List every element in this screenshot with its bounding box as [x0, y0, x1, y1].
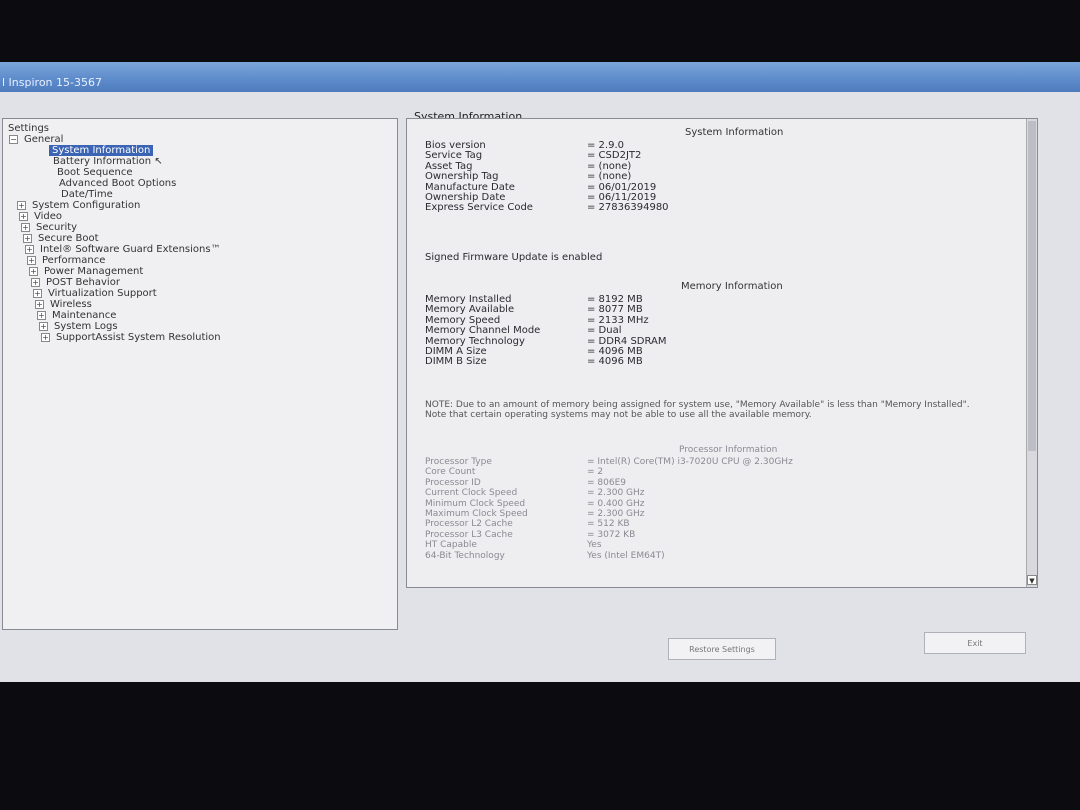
tree-item-supportassist[interactable]: + SupportAssist System Resolution: [41, 332, 221, 343]
tree-item-wireless[interactable]: + Wireless: [35, 299, 92, 310]
expand-box-icon[interactable]: +: [17, 200, 26, 210]
system-info-header: System Information: [685, 127, 784, 138]
collapse-box-icon[interactable]: −: [9, 134, 18, 144]
tree-item-general[interactable]: − General: [9, 134, 63, 145]
cursor-icon: ↖: [154, 156, 163, 167]
processor-info-header: Processor Information: [679, 445, 778, 455]
expand-box-icon[interactable]: +: [39, 321, 48, 331]
memory-note: NOTE: Due to an amount of memory being a…: [425, 400, 970, 420]
restore-settings-button[interactable]: Restore Settings: [668, 638, 776, 660]
memory-info-header: Memory Information: [681, 281, 783, 292]
expand-box-icon[interactable]: +: [35, 299, 44, 309]
signed-firmware-status: Signed Firmware Update is enabled: [425, 252, 603, 263]
tree-item-maintenance[interactable]: + Maintenance: [37, 310, 116, 321]
tree-item-secure-boot[interactable]: + Secure Boot: [23, 233, 99, 244]
vertical-scrollbar[interactable]: ▼: [1026, 119, 1037, 587]
expand-box-icon[interactable]: +: [29, 266, 38, 276]
tree-item-security[interactable]: + Security: [21, 222, 77, 233]
tree-item-performance[interactable]: + Performance: [27, 255, 105, 266]
expand-box-icon[interactable]: +: [27, 255, 36, 265]
expand-box-icon[interactable]: +: [19, 211, 28, 221]
expand-box-icon[interactable]: +: [31, 277, 40, 287]
tree-item-intel-sgx[interactable]: + Intel® Software Guard Extensions™: [25, 244, 221, 255]
bios-screen: l Inspiron 15-3567 Settings − General Sys…: [0, 62, 1080, 682]
tree-item-post-behavior[interactable]: + POST Behavior: [31, 277, 120, 288]
tree-item-system-information[interactable]: System Information: [49, 145, 154, 156]
title-bar: l Inspiron 15-3567: [0, 62, 1080, 92]
scroll-down-arrow-icon[interactable]: ▼: [1027, 575, 1037, 585]
tree-item-virtualization-support[interactable]: + Virtualization Support: [33, 288, 157, 299]
expand-box-icon[interactable]: +: [41, 332, 50, 342]
tree-item-boot-sequence[interactable]: Boot Sequence: [57, 167, 133, 178]
tree-item-system-logs[interactable]: + System Logs: [39, 321, 118, 332]
expand-box-icon[interactable]: +: [37, 310, 46, 320]
tree-item-power-management[interactable]: + Power Management: [29, 266, 143, 277]
content-area: Settings − General System Information Bat…: [0, 92, 1080, 682]
expand-box-icon[interactable]: +: [33, 288, 42, 298]
tree-item-advanced-boot-options[interactable]: Advanced Boot Options: [59, 178, 176, 189]
tree-item-system-configuration[interactable]: + System Configuration: [17, 200, 140, 211]
expand-box-icon[interactable]: +: [25, 244, 34, 254]
exit-button[interactable]: Exit: [924, 632, 1026, 654]
scrollbar-thumb[interactable]: [1028, 121, 1036, 451]
tree-item-video[interactable]: + Video: [19, 211, 62, 222]
expand-box-icon[interactable]: +: [21, 222, 30, 232]
system-information-panel: System Information Bios version = 2.9.0 S…: [406, 118, 1038, 588]
expand-box-icon[interactable]: +: [23, 233, 32, 243]
window-title: l Inspiron 15-3567: [2, 76, 102, 89]
settings-tree: Settings − General System Information Bat…: [2, 118, 398, 630]
tree-item-date-time[interactable]: Date/Time: [61, 189, 113, 200]
tree-item-battery-information[interactable]: Battery Information ↖: [53, 156, 163, 167]
tree-root-label: Settings: [8, 123, 50, 134]
